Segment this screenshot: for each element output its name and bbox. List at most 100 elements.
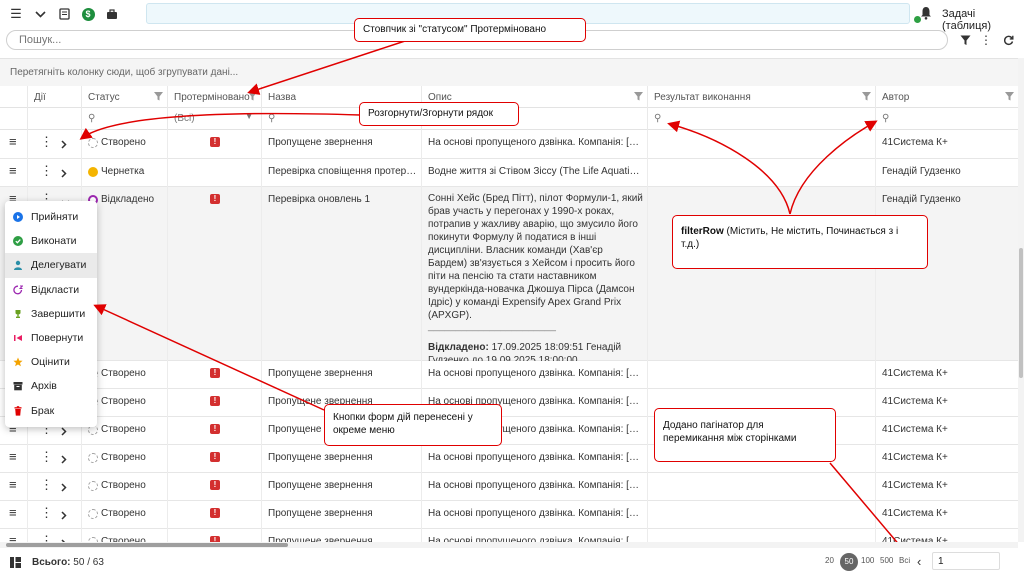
- header-status[interactable]: Статус: [82, 86, 168, 108]
- more-vertical-icon[interactable]: ⋮: [979, 33, 993, 47]
- table-row[interactable]: ≡⋮Створено!Пропущене зверненняНа основі …: [0, 130, 1018, 159]
- column-filter-icon[interactable]: [634, 92, 643, 101]
- callout-action-menu: Кнопки форм дій перенесені у окреме меню: [324, 404, 502, 446]
- column-filter-icon[interactable]: [154, 92, 163, 101]
- table-row[interactable]: ≡⋮Створено!Пропущене зверненняНа основі …: [0, 389, 1018, 417]
- table-row[interactable]: ≡⋮Створено!Пропущене зверненняНа основі …: [0, 529, 1018, 542]
- column-filter-icon[interactable]: [1005, 92, 1014, 101]
- description-cell: На основі пропущеного дзвінка. Компанія:…: [422, 501, 648, 529]
- table-row[interactable]: ≡⋮Створено!Пропущене зверненняНа основі …: [0, 417, 1018, 445]
- filter-overdue-select[interactable]: (Всі) ▼: [168, 108, 262, 130]
- page-size-option[interactable]: 100: [861, 556, 874, 565]
- column-filter-icon[interactable]: [248, 92, 257, 101]
- horizontal-scroll-thumb[interactable]: [6, 543, 288, 547]
- menu-item-7[interactable]: Оцінити: [5, 350, 97, 374]
- menu-item-label: Виконати: [31, 235, 77, 248]
- briefcase-icon[interactable]: [102, 4, 122, 24]
- description-cell: На основі пропущеного дзвінка. Компанія:…: [422, 361, 648, 389]
- document-icon[interactable]: [54, 4, 74, 24]
- menu-item-4[interactable]: Відкласти: [5, 278, 97, 302]
- name-cell: Пропущене звернення: [262, 361, 422, 389]
- refresh-icon[interactable]: [1001, 33, 1015, 47]
- menu-item-5[interactable]: Завершити: [5, 302, 97, 326]
- more-vertical-icon[interactable]: ⋮: [40, 164, 53, 177]
- expand-row-icon[interactable]: [61, 510, 67, 522]
- menu-item-8[interactable]: Архів: [5, 374, 97, 398]
- more-vertical-icon[interactable]: ⋮: [40, 506, 53, 519]
- table-row[interactable]: ≡ ⋮ Чернетка Перевірка сповіщення протермі.…: [0, 159, 1018, 187]
- drag-handle-icon[interactable]: ≡: [9, 478, 17, 491]
- author-cell: 41Система К+: [882, 424, 948, 435]
- filter-author[interactable]: ⚲: [876, 108, 1018, 130]
- header-overdue[interactable]: Протерміновано: [168, 86, 262, 108]
- data-grid: Дії Статус Протерміновано Назва Опис Рез…: [0, 86, 1018, 542]
- drag-handle-icon[interactable]: ≡: [9, 506, 17, 519]
- expand-row-icon[interactable]: [61, 168, 67, 180]
- menu-item-3[interactable]: Делегувати: [5, 253, 97, 278]
- table-row[interactable]: ≡ ⋮ Відкладено! Перевірка оновлень 1 Сонні Х…: [0, 187, 1018, 361]
- menu-item-2[interactable]: Виконати: [5, 229, 97, 253]
- author-cell: Генадій Гудзенко: [882, 166, 961, 177]
- expand-row-icon[interactable]: [61, 426, 67, 438]
- chevron-left-icon[interactable]: ‹: [917, 554, 921, 569]
- author-cell: 41Система К+: [882, 536, 948, 542]
- name-cell: Перевірка оновлень 1: [262, 187, 422, 361]
- filter-result[interactable]: ⚲: [648, 108, 876, 130]
- bell-icon[interactable]: [920, 6, 932, 20]
- page-size-option[interactable]: 50: [840, 553, 858, 571]
- vertical-scroll-thumb[interactable]: [1019, 248, 1023, 378]
- table-row[interactable]: ≡⋮Створено!Пропущене зверненняНа основі …: [0, 445, 1018, 473]
- overdue-flag-icon: !: [210, 424, 220, 434]
- star-icon: [13, 357, 23, 367]
- description-cell: На основі пропущеного дзвінка. Компанія:…: [422, 473, 648, 501]
- grid-layout-icon[interactable]: [10, 557, 21, 571]
- table-row[interactable]: ≡⋮Створено!Пропущене зверненняНа основі …: [0, 501, 1018, 529]
- row-actions: ⋮: [28, 529, 82, 542]
- status-badge: Створено: [101, 396, 146, 407]
- menu-item-9[interactable]: Брак: [5, 399, 97, 423]
- more-vertical-icon[interactable]: ⋮: [40, 534, 53, 542]
- filter-status[interactable]: ⚲: [82, 108, 168, 130]
- status-cell: Створено: [82, 445, 168, 473]
- overdue-flag-icon: !: [210, 368, 220, 378]
- more-vertical-icon[interactable]: ⋮: [40, 450, 53, 463]
- filter-icon[interactable]: [958, 33, 972, 47]
- hamburger-menu-icon[interactable]: ☰: [6, 4, 26, 24]
- column-filter-icon[interactable]: [862, 92, 871, 101]
- status-badge: Створено: [101, 424, 146, 435]
- page-size-option[interactable]: Всі: [899, 556, 910, 565]
- more-vertical-icon[interactable]: ⋮: [40, 478, 53, 491]
- expand-row-icon[interactable]: [61, 482, 67, 494]
- drag-handle-icon[interactable]: ≡: [9, 450, 17, 463]
- drag-handle-icon[interactable]: ≡: [9, 534, 17, 542]
- page-number-input[interactable]: [932, 552, 1000, 570]
- expand-row-icon[interactable]: [61, 139, 67, 151]
- result-cell: [648, 473, 876, 501]
- header-actions[interactable]: Дії: [28, 86, 82, 108]
- page-size-option[interactable]: 500: [880, 556, 893, 565]
- overdue-flag-icon: !: [210, 452, 220, 462]
- table-row[interactable]: ≡⋮Створено!Пропущене зверненняНа основі …: [0, 473, 1018, 501]
- overdue-flag-icon: !: [210, 480, 220, 490]
- header-result[interactable]: Результат виконання: [648, 86, 876, 108]
- overdue-flag-icon: !: [210, 194, 220, 204]
- menu-item-label: Брак: [31, 404, 55, 417]
- menu-item-1[interactable]: Прийняти: [5, 205, 97, 229]
- table-row[interactable]: ≡⋮Створено!Пропущене зверненняНа основі …: [0, 361, 1018, 389]
- dollar-icon[interactable]: $: [78, 4, 98, 24]
- created-status-icon: [88, 137, 98, 148]
- header-author[interactable]: Автор: [876, 86, 1018, 108]
- overdue-cell: !: [168, 473, 262, 501]
- vertical-scrollbar[interactable]: [1018, 58, 1024, 542]
- menu-item-6[interactable]: Повернути: [5, 326, 97, 350]
- more-vertical-icon[interactable]: ⋮: [40, 135, 53, 148]
- group-panel[interactable]: Перетягніть колонку сюди, щоб згрупувати…: [0, 58, 1018, 86]
- chevron-down-icon[interactable]: [30, 4, 50, 24]
- menu-item-label: Делегувати: [31, 259, 87, 272]
- expand-row-icon[interactable]: [61, 454, 67, 466]
- description-cell: На основі пропущеного дзвінка. Компанія:…: [422, 529, 648, 542]
- drag-handle-icon[interactable]: ≡: [9, 135, 17, 148]
- page-size-option[interactable]: 20: [825, 556, 834, 565]
- drag-handle-icon[interactable]: ≡: [9, 164, 17, 177]
- check-circle-icon: [13, 236, 23, 247]
